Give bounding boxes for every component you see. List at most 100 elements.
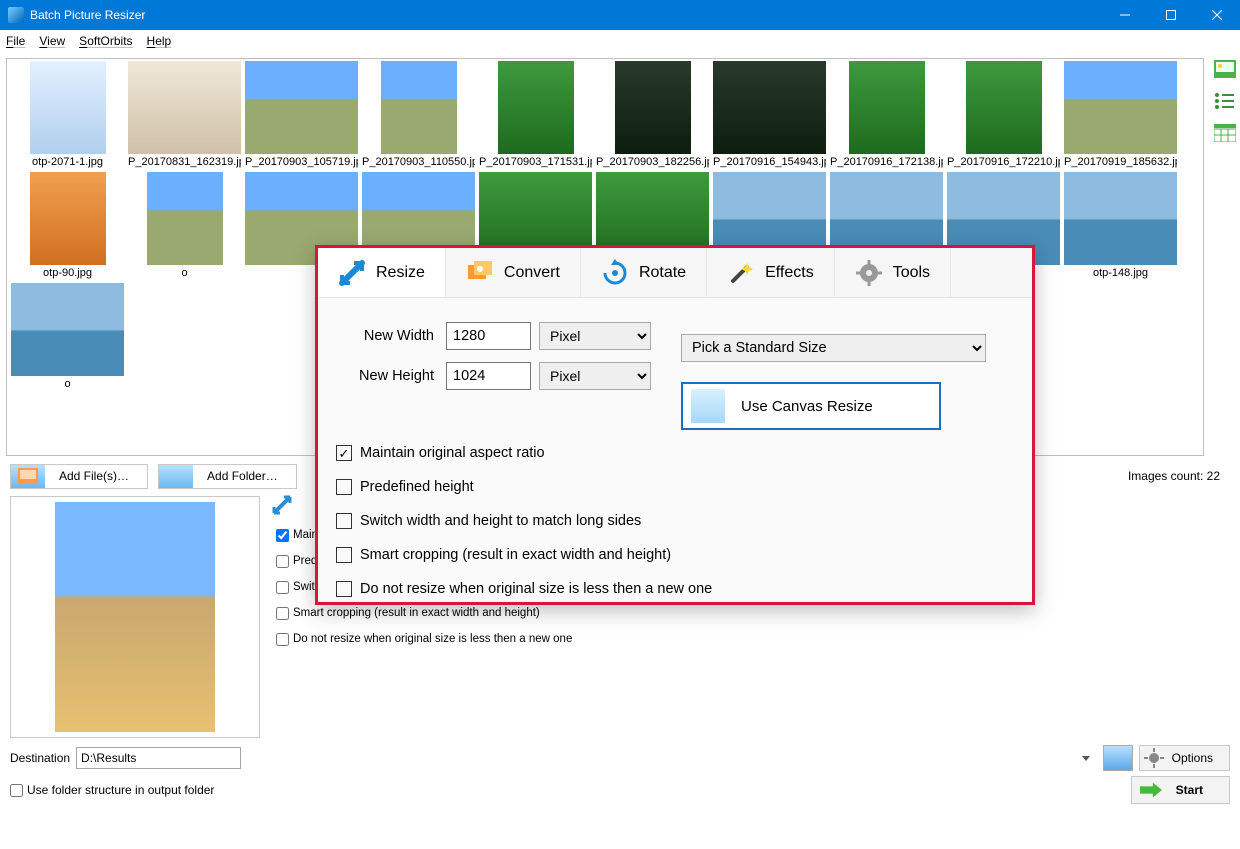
thumbnail-image <box>245 61 358 154</box>
no-resize-smaller-checkbox[interactable]: Do not resize when original size is less… <box>336 572 1032 606</box>
close-button[interactable] <box>1194 0 1240 30</box>
destination-label: Destination <box>10 751 70 765</box>
thumbnail[interactable]: P_20170916_172210.jpg <box>947 61 1060 168</box>
menu-softorbits[interactable]: SoftOrbits <box>79 34 132 48</box>
new-height-input[interactable] <box>446 362 531 390</box>
thumbnail-label: o <box>64 378 70 390</box>
thumbnail-image <box>713 61 826 154</box>
add-folder-icon <box>159 465 193 488</box>
thumbnail-image <box>966 61 1042 154</box>
rotate-icon <box>601 259 629 287</box>
thumbnail-label: P_20170903_105719.jpg <box>245 156 358 168</box>
preview-image <box>55 502 215 732</box>
view-thumbnails-icon[interactable] <box>1214 58 1236 80</box>
thumbnail-label: P_20170831_162319.jpg <box>128 156 241 168</box>
thumbnail[interactable]: otp-90.jpg <box>11 172 124 279</box>
maintain-aspect-checkbox[interactable]: Maintain original aspect ratio <box>336 436 1032 470</box>
thumbnail[interactable]: otp-148.jpg <box>1064 172 1177 279</box>
tab-effects[interactable]: Effects <box>707 248 835 297</box>
thumbnail[interactable]: o <box>128 172 241 279</box>
tab-resize[interactable]: Resize <box>318 248 446 297</box>
thumbnail[interactable]: otp-2071-1.jpg <box>11 61 124 168</box>
thumbnail[interactable]: o <box>11 283 124 390</box>
thumbnail-label: otp-90.jpg <box>43 267 92 279</box>
thumbnail-label: P_20170916_172210.jpg <box>947 156 1060 168</box>
thumbnail-image <box>381 61 457 154</box>
thumbnail-image <box>147 172 223 265</box>
add-files-button[interactable]: Add File(s)… <box>10 464 148 489</box>
menu-view[interactable]: View <box>39 34 65 48</box>
smart-cropping-checkbox[interactable]: Smart cropping (result in exact width an… <box>336 538 1032 572</box>
destination-input[interactable] <box>76 747 241 769</box>
switch-sides-checkbox[interactable]: Switch width and height to match long si… <box>336 504 1032 538</box>
thumbnail[interactable]: P_20170903_110550.jpg <box>362 61 475 168</box>
resize-dialog: Resize Convert Rotate Effects Tools New … <box>315 245 1035 605</box>
height-unit-select[interactable]: Pixel <box>539 362 651 390</box>
thumbnail-image <box>498 61 574 154</box>
thumbnail-image <box>615 61 691 154</box>
new-width-label: New Width <box>336 328 446 344</box>
view-details-icon[interactable] <box>1214 122 1236 144</box>
menu-help[interactable]: Help <box>147 34 172 48</box>
thumbnail[interactable]: P_20170919_185632.jpg <box>1064 61 1177 168</box>
thumbnail-label: P_20170903_171531.jpg <box>479 156 592 168</box>
thumbnail-label: P_20170919_185632.jpg <box>1064 156 1177 168</box>
view-list-icon[interactable] <box>1214 90 1236 112</box>
start-button[interactable]: Start <box>1131 776 1230 804</box>
thumbnail[interactable]: P_20170903_182256.jpg <box>596 61 709 168</box>
gear-icon <box>1144 748 1164 768</box>
minimize-button[interactable] <box>1102 0 1148 30</box>
add-files-icon <box>11 465 45 488</box>
predefined-height-checkbox[interactable]: Predefined height <box>336 470 1032 504</box>
add-folder-label: Add Folder… <box>207 469 278 483</box>
thumbnail-image <box>1064 172 1177 265</box>
thumbnail[interactable]: P_20170831_162319.jpg <box>128 61 241 168</box>
app-icon <box>8 7 24 23</box>
use-folder-structure-label: Use folder structure in output folder <box>27 783 214 797</box>
title-bar: Batch Picture Resizer <box>0 0 1240 30</box>
small-noresize-checkbox[interactable]: Do not resize when original size is less… <box>276 626 572 652</box>
preview-pane <box>10 496 260 738</box>
thumbnail-label: otp-148.jpg <box>1093 267 1148 279</box>
thumbnail-image <box>11 283 124 376</box>
add-files-label: Add File(s)… <box>59 469 129 483</box>
effects-icon <box>727 259 755 287</box>
small-resize-icon[interactable] <box>272 495 292 515</box>
canvas-resize-button[interactable]: Use Canvas Resize <box>681 382 941 430</box>
menu-bar: File View SoftOrbits Help <box>0 30 1240 52</box>
convert-icon <box>466 259 494 287</box>
thumbnail-image <box>849 61 925 154</box>
tab-convert[interactable]: Convert <box>446 248 581 297</box>
thumbnail[interactable]: P_20170916_172138.jpg <box>830 61 943 168</box>
use-folder-structure-checkbox[interactable] <box>10 784 23 797</box>
images-count: Images count: 22 <box>1128 469 1220 483</box>
add-folder-button[interactable]: Add Folder… <box>158 464 297 489</box>
tools-icon <box>855 259 883 287</box>
thumbnail-label: P_20170916_172138.jpg <box>830 156 943 168</box>
thumbnail[interactable]: P_20170903_171531.jpg <box>479 61 592 168</box>
resize-icon <box>338 259 366 287</box>
thumbnail-image <box>30 61 106 154</box>
new-height-label: New Height <box>336 368 446 384</box>
width-unit-select[interactable]: Pixel <box>539 322 651 350</box>
thumbnail-label: P_20170916_154943.jpg <box>713 156 826 168</box>
menu-file[interactable]: File <box>6 34 25 48</box>
thumbnail[interactable]: P_20170916_154943.jpg <box>713 61 826 168</box>
thumbnail-label: otp-2071-1.jpg <box>32 156 103 168</box>
destination-dropdown-icon[interactable] <box>1078 750 1094 766</box>
browse-folder-button[interactable] <box>1103 745 1133 771</box>
maximize-button[interactable] <box>1148 0 1194 30</box>
thumbnail[interactable]: P_20170903_105719.jpg <box>245 61 358 168</box>
options-button[interactable]: Options <box>1139 745 1230 771</box>
tab-rotate[interactable]: Rotate <box>581 248 707 297</box>
thumbnail-image <box>128 61 241 154</box>
thumbnail-label: P_20170903_110550.jpg <box>362 156 475 168</box>
thumbnail-image <box>1064 61 1177 154</box>
standard-size-select[interactable]: Pick a Standard Size <box>681 334 986 362</box>
tab-tools[interactable]: Tools <box>835 248 951 297</box>
thumbnail-label: P_20170903_182256.jpg <box>596 156 709 168</box>
start-arrow-icon <box>1140 782 1162 798</box>
thumbnail-image <box>30 172 106 265</box>
new-width-input[interactable] <box>446 322 531 350</box>
canvas-resize-icon <box>691 389 725 423</box>
